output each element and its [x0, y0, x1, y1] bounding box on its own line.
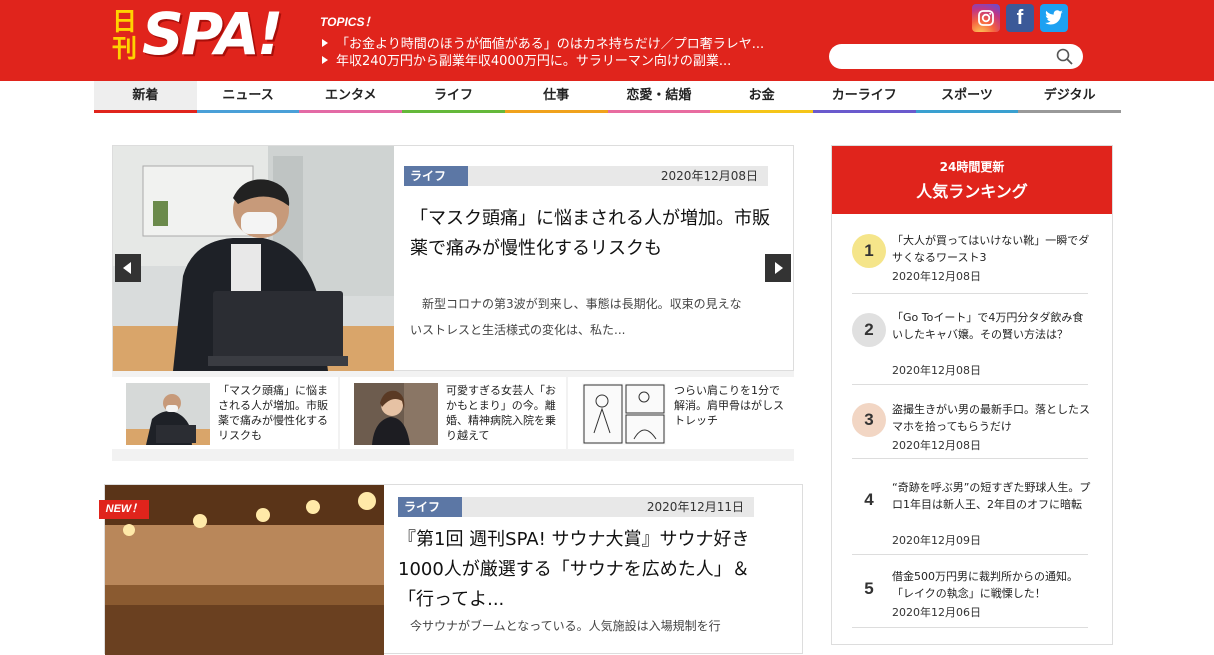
nav-item-entertainment[interactable]: エンタメ — [299, 81, 403, 113]
ranking-item-date: 2020年12月08日 — [892, 439, 981, 452]
ranking-item-title[interactable]: 盗撮生きがい男の最新手口。落としたスマホを拾ってもらうだけ — [892, 401, 1092, 435]
ranking-item[interactable]: 3 盗撮生きがい男の最新手口。落としたスマホを拾ってもらうだけ 2020年12月… — [852, 401, 1090, 459]
ranking-subtitle: 24時間更新 — [939, 160, 1005, 174]
carousel-thumbnails: 「マスク頭痛」に悩まされる人が増加。市販薬で痛みが慢性化するリスクも 可愛すぎる… — [112, 371, 794, 461]
category-label[interactable]: ライフ — [404, 166, 468, 186]
topics-label: TOPICS！ — [320, 15, 377, 29]
ranking-title: 人気ランキング — [916, 182, 1028, 201]
nav-item-money[interactable]: お金 — [710, 81, 813, 113]
category-nav: 新着 ニュース エンタメ ライフ 仕事 恋愛・結婚 お金 カーライフ スポーツ … — [94, 81, 1122, 113]
feature-headline[interactable]: 「マスク頭痛」に悩まされる人が増加。市販薬で痛みが慢性化するリスクも — [410, 204, 770, 264]
article-excerpt: 今サウナがブームとなっている。人気施設は入場規制を行 — [410, 619, 721, 633]
ranking-header: 24時間更新 人気ランキング — [832, 146, 1112, 214]
feature-excerpt: 新型コロナの第3波が到来し、事態は長期化。収束の見えないストレスと生活様式の変化… — [410, 297, 742, 337]
new-badge: NEW！ — [99, 500, 149, 519]
twitter-icon[interactable] — [1040, 4, 1068, 32]
ranking-item-date: 2020年12月08日 — [892, 270, 981, 283]
thumbnail-image[interactable] — [126, 383, 210, 445]
thumbnail-item[interactable]: 「マスク頭痛」に悩まされる人が増加。市販薬で痛みが慢性化するリスクも — [112, 377, 338, 449]
thumbnail-title[interactable]: 「マスク頭痛」に悩まされる人が増加。市販薬で痛みが慢性化するリスクも — [218, 383, 328, 443]
rank-number: 3 — [852, 403, 886, 437]
feature-image[interactable] — [113, 146, 394, 371]
carousel-prev-button[interactable] — [115, 254, 141, 282]
logo-text: SPA! — [142, 0, 283, 68]
topic-link[interactable]: 年収240万円から副業年収4000万円に。サラリーマン向けの副業... — [322, 50, 731, 69]
triangle-right-icon — [322, 56, 328, 64]
ranking-item-date: 2020年12月08日 — [892, 364, 981, 377]
chevron-left-icon — [123, 262, 131, 274]
carousel-next-button[interactable] — [765, 254, 791, 282]
ranking-item-title[interactable]: “奇跡を呼ぶ男”の短すぎた野球人生。プロ1年目は新人王、2年目のオフに暗転 — [892, 479, 1092, 513]
ranking-item[interactable]: 4 “奇跡を呼ぶ男”の短すぎた野球人生。プロ1年目は新人王、2年目のオフに暗転 … — [852, 479, 1090, 555]
category-badge: ライフ 2020年12月08日 — [404, 166, 768, 186]
rank-number: 5 — [864, 579, 874, 598]
nav-item-work[interactable]: 仕事 — [504, 81, 608, 113]
site-header: 日刊 SPA! TOPICS！ 「お金より時間のほうが価値がある」のはカネ持ちだ… — [0, 0, 1214, 81]
ranking-item[interactable]: 1 「大人が買ってはいけない靴」一瞬でダサくなるワースト3 2020年12月08… — [852, 232, 1089, 294]
nav-item-news[interactable]: ニュース — [196, 81, 300, 113]
ranking-item-date: 2020年12月06日 — [892, 606, 981, 619]
search-input[interactable] — [829, 44, 1083, 69]
ranking-item-title[interactable]: 「大人が買ってはいけない靴」一瞬でダサくなるワースト3 — [892, 232, 1092, 266]
nav-item-digital[interactable]: デジタル — [1018, 81, 1122, 113]
thumbnail-item[interactable]: つらい肩こりを1分で解消。肩甲骨はがしストレッチ — [568, 377, 794, 449]
article-date: 2020年12月08日 — [660, 169, 758, 183]
triangle-right-icon — [322, 39, 328, 47]
nav-item-sports[interactable]: スポーツ — [915, 81, 1019, 113]
category-label[interactable]: ライフ — [398, 497, 462, 517]
rank-number: 4 — [864, 490, 874, 509]
ranking-item-date: 2020年12月09日 — [892, 534, 981, 547]
nav-item-life[interactable]: ライフ — [402, 81, 505, 113]
facebook-icon[interactable]: f — [1006, 4, 1034, 32]
rank-number: 2 — [852, 313, 886, 347]
article-headline[interactable]: 『第1回 週刊SPA! サウナ大賞』サウナ好き1000人が厳選する「サウナを広め… — [398, 525, 754, 615]
nav-item-car[interactable]: カーライフ — [812, 81, 916, 113]
logo-kanji: 日刊 — [112, 7, 138, 63]
article-date: 2020年12月11日 — [646, 500, 744, 514]
ranking-item[interactable]: 5 借金500万円男に裁判所からの通知。「レイクの執念」に戦慄した！ 2020年… — [852, 568, 1088, 628]
feature-card[interactable]: ライフ 2020年12月08日 「マスク頭痛」に悩まされる人が増加。市販薬で痛み… — [112, 145, 794, 371]
ranking-item-title[interactable]: 借金500万円男に裁判所からの通知。「レイクの執念」に戦慄した！ — [892, 568, 1092, 602]
search-icon[interactable] — [1056, 48, 1073, 65]
thumbnail-title[interactable]: つらい肩こりを1分で解消。肩甲骨はがしストレッチ — [674, 383, 784, 428]
thumbnail-item[interactable]: 可愛すぎる女芸人「おかもとまり」の今。離婚、精神病院入院を乗り越えて — [340, 377, 566, 449]
site-logo[interactable]: 日刊 SPA! — [112, 0, 283, 68]
nav-item-love[interactable]: 恋愛・結婚 — [607, 81, 711, 113]
thumbnail-title[interactable]: 可愛すぎる女芸人「おかもとまり」の今。離婚、精神病院入院を乗り越えて — [446, 383, 556, 443]
ranking-item-title[interactable]: 「Go Toイート」で4万円分タダ飲み食いしたキャバ嬢。その賢い方法は？ — [892, 309, 1092, 343]
thumbnail-image[interactable] — [582, 383, 666, 445]
nav-item-new[interactable]: 新着 — [94, 81, 197, 113]
chevron-right-icon — [775, 262, 783, 274]
article-card[interactable]: ライフ 2020年12月11日 『第1回 週刊SPA! サウナ大賞』サウナ好き1… — [104, 484, 803, 655]
ranking-item[interactable]: 2 「Go Toイート」で4万円分タダ飲み食いしたキャバ嬢。その賢い方法は？ 2… — [852, 309, 1088, 385]
thumbnail-image[interactable] — [354, 383, 438, 445]
ranking-panel: 24時間更新 人気ランキング 1 「大人が買ってはいけない靴」一瞬でダサくなるワ… — [831, 145, 1113, 645]
category-badge: ライフ 2020年12月11日 — [398, 497, 754, 517]
rank-number: 1 — [852, 234, 886, 268]
instagram-icon[interactable] — [972, 4, 1000, 32]
